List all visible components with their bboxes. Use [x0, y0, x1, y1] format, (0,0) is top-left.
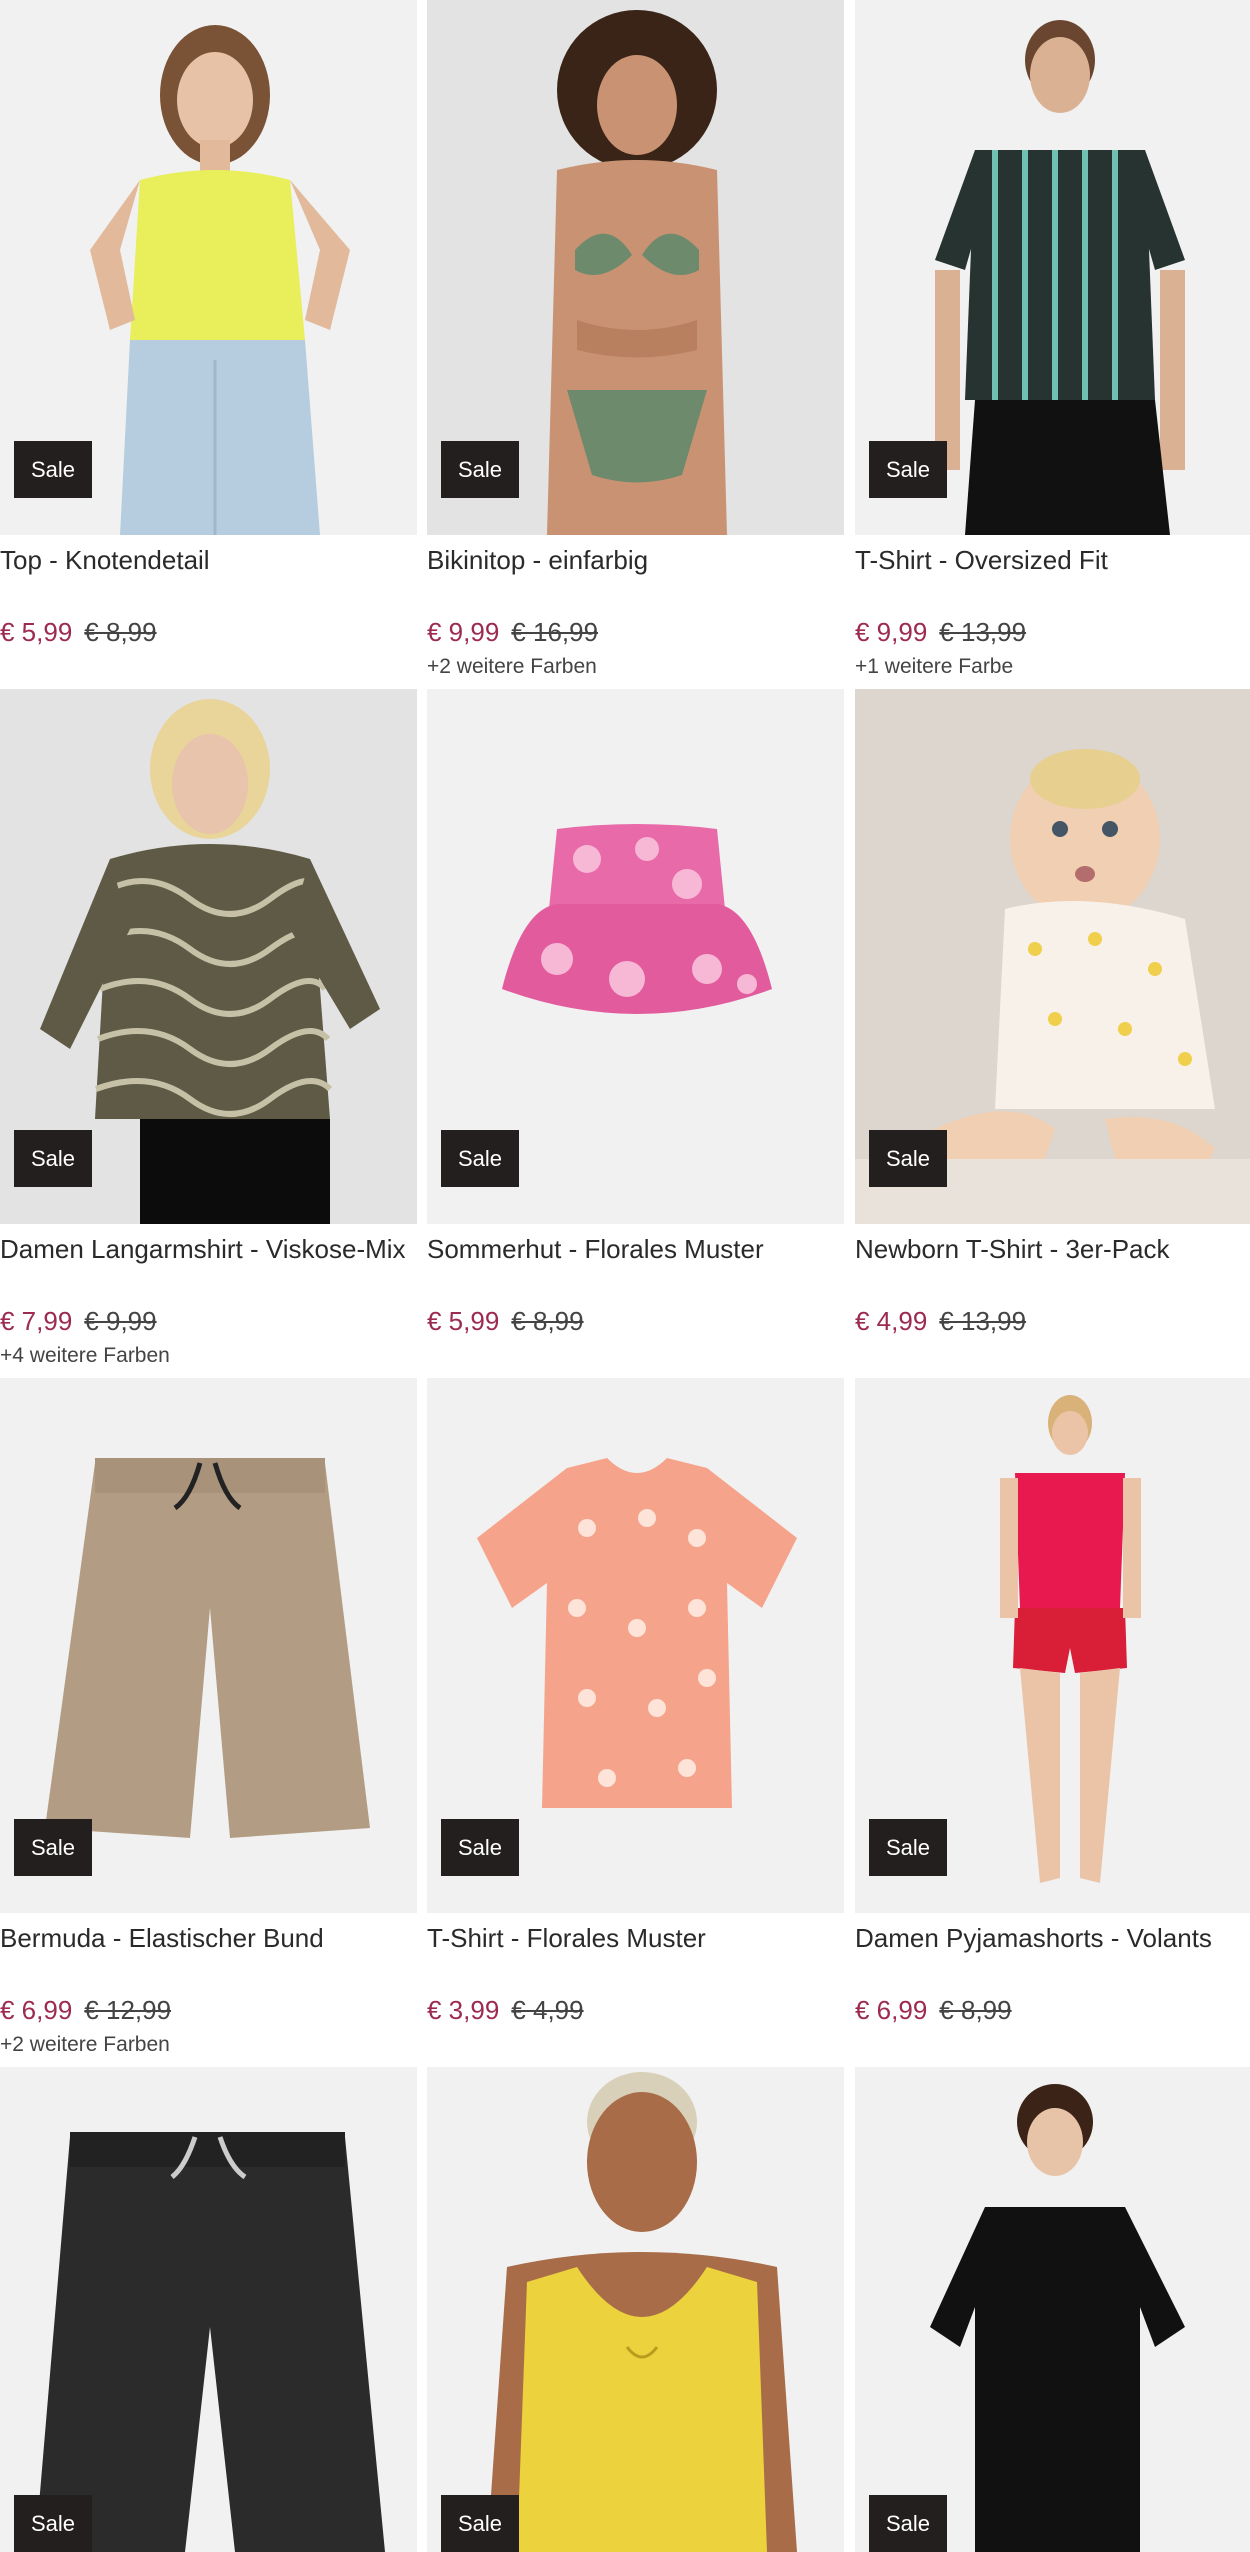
- price-current: € 5,99: [427, 1306, 500, 1336]
- product-image[interactable]: Sale: [855, 689, 1250, 1224]
- product-title[interactable]: Bikinitop - einfarbig: [427, 543, 844, 577]
- sale-badge: Sale: [441, 1130, 519, 1187]
- sale-badge: Sale: [869, 441, 947, 498]
- price-original: € 8,99: [84, 617, 157, 647]
- product-card[interactable]: Sale T-Shirt - Florales Muster € 3,99 € 4…: [427, 1378, 844, 2031]
- price-current: € 5,99: [0, 617, 73, 647]
- price-current: € 9,99: [427, 617, 500, 647]
- more-colors[interactable]: +4 weitere Farben: [0, 1342, 417, 1370]
- product-prices: € 5,99 € 8,99: [427, 1304, 844, 1338]
- sale-badge: Sale: [14, 441, 92, 498]
- price-original: € 13,99: [939, 1306, 1027, 1336]
- price-current: € 9,99: [855, 617, 928, 647]
- product-image[interactable]: Sale: [855, 0, 1250, 535]
- price-current: € 6,99: [0, 1995, 73, 2025]
- product-title[interactable]: Top - Knotendetail: [0, 543, 417, 577]
- product-image[interactable]: Sale: [427, 2067, 844, 2552]
- product-title[interactable]: Bermuda - Elastischer Bund: [0, 1921, 417, 1955]
- woman-yellow-top-2-image: [487, 2072, 797, 2552]
- more-colors[interactable]: +2 weitere Farben: [427, 653, 844, 681]
- product-image[interactable]: Sale: [0, 1378, 417, 1913]
- product-prices: € 9,99 € 16,99: [427, 615, 844, 649]
- product-title[interactable]: Damen Pyjamashorts - Volants: [855, 1921, 1250, 1955]
- woman-black-tshirt-image: [930, 2084, 1185, 2552]
- product-card[interactable]: Sale Newborn T-Shirt - 3er-Pack € 4,99 € …: [855, 689, 1250, 1342]
- product-image[interactable]: Sale: [0, 0, 417, 535]
- price-original: € 9,99: [84, 1306, 157, 1336]
- sale-badge: Sale: [14, 1819, 92, 1876]
- product-prices: € 4,99 € 13,99: [855, 1304, 1250, 1338]
- sale-badge: Sale: [869, 2495, 947, 2552]
- sale-badge: Sale: [441, 2495, 519, 2552]
- product-title[interactable]: Newborn T-Shirt - 3er-Pack: [855, 1232, 1250, 1266]
- product-card[interactable]: Sale: [855, 2067, 1250, 2552]
- product-card[interactable]: Sale Top - Knotendetail € 5,99 € 8,99: [0, 0, 417, 653]
- sale-badge: Sale: [869, 1819, 947, 1876]
- product-prices: € 9,99 € 13,99: [855, 615, 1250, 649]
- sale-badge: Sale: [14, 1130, 92, 1187]
- sale-badge: Sale: [441, 441, 519, 498]
- more-colors[interactable]: +1 weitere Farbe: [855, 653, 1250, 681]
- price-original: € 12,99: [84, 1995, 172, 2025]
- product-title[interactable]: T-Shirt - Florales Muster: [427, 1921, 844, 1955]
- product-card[interactable]: Sale Bermuda - Elastischer Bund € 6,99 € …: [0, 1378, 417, 2059]
- price-current: € 6,99: [855, 1995, 928, 2025]
- product-title[interactable]: T-Shirt - Oversized Fit: [855, 543, 1250, 577]
- product-card[interactable]: Sale Damen Pyjamashorts - Volants € 6,99…: [855, 1378, 1250, 2031]
- product-prices: € 6,99 € 12,99: [0, 1993, 417, 2027]
- product-image[interactable]: Sale: [427, 1378, 844, 1913]
- price-original: € 4,99: [511, 1995, 584, 2025]
- price-original: € 16,99: [511, 617, 599, 647]
- product-card[interactable]: Sale Sommerhut - Florales Muster € 5,99 €…: [427, 689, 844, 1342]
- price-current: € 4,99: [855, 1306, 928, 1336]
- product-prices: € 3,99 € 4,99: [427, 1993, 844, 2027]
- product-image[interactable]: Sale: [855, 2067, 1250, 2552]
- product-image[interactable]: Sale: [427, 0, 844, 535]
- product-card[interactable]: Sale Bikinitop - einfarbig € 9,99 € 16,99…: [427, 0, 844, 681]
- product-card[interactable]: Sale Damen Langarmshirt - Viskose-Mix € …: [0, 689, 417, 1370]
- price-original: € 8,99: [511, 1306, 584, 1336]
- product-prices: € 6,99 € 8,99: [855, 1993, 1250, 2027]
- sale-badge: Sale: [869, 1130, 947, 1187]
- more-colors[interactable]: +2 weitere Farben: [0, 2031, 417, 2059]
- product-title[interactable]: Damen Langarmshirt - Viskose-Mix: [0, 1232, 417, 1266]
- product-prices: € 5,99 € 8,99: [0, 615, 417, 649]
- product-grid: Sale Top - Knotendetail € 5,99 € 8,99 Sal…: [0, 0, 1250, 2552]
- product-image[interactable]: Sale: [855, 1378, 1250, 1913]
- product-image[interactable]: Sale: [0, 2067, 417, 2552]
- price-current: € 3,99: [427, 1995, 500, 2025]
- price-original: € 8,99: [939, 1995, 1012, 2025]
- product-card[interactable]: Sale T-Shirt - Oversized Fit € 9,99 € 13,…: [855, 0, 1250, 681]
- price-current: € 7,99: [0, 1306, 73, 1336]
- product-prices: € 7,99 € 9,99: [0, 1304, 417, 1338]
- product-title[interactable]: Sommerhut - Florales Muster: [427, 1232, 844, 1266]
- price-original: € 13,99: [939, 617, 1027, 647]
- sale-badge: Sale: [14, 2495, 92, 2552]
- sale-badge: Sale: [441, 1819, 519, 1876]
- product-card[interactable]: Sale: [427, 2067, 844, 2552]
- product-image[interactable]: Sale: [0, 689, 417, 1224]
- product-card[interactable]: Sale: [0, 2067, 417, 2552]
- product-image[interactable]: Sale: [427, 689, 844, 1224]
- black-bermuda-image: [35, 2132, 385, 2552]
